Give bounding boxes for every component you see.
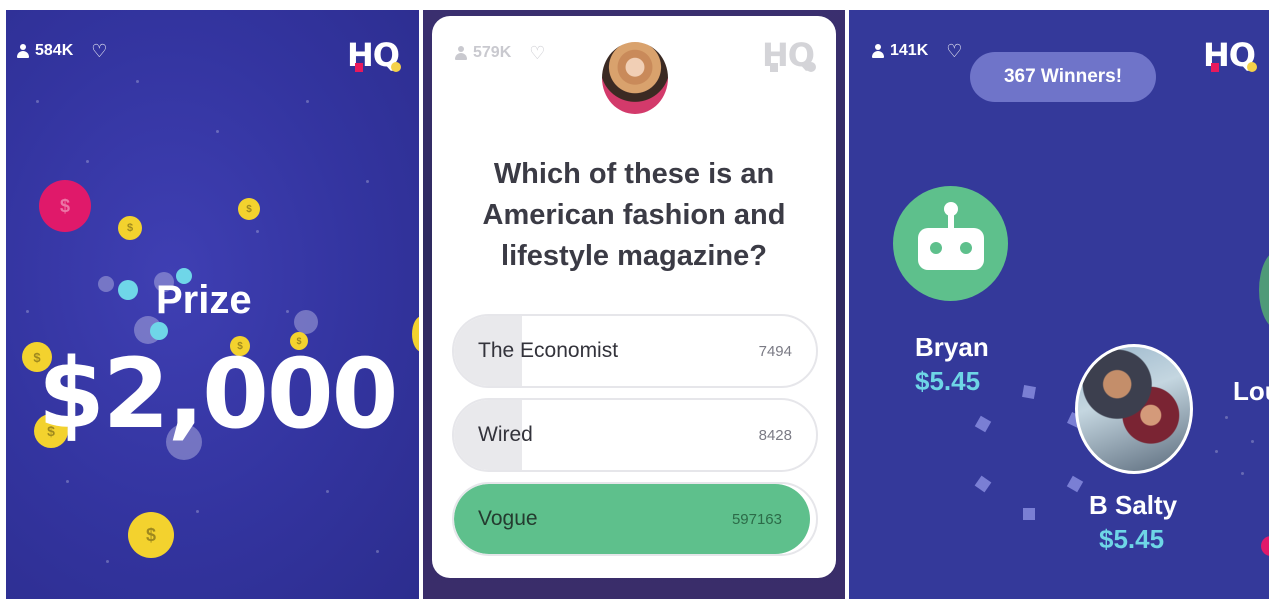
winner-avatar [1259,250,1269,330]
dollar-coin-icon: $ [238,198,260,220]
host-avatar [600,40,670,116]
answer-label: The Economist [478,339,619,362]
robot-icon [893,186,1008,301]
answer-option-correct[interactable]: Vogue 597163 [452,482,818,556]
viewer-stats: 141K ♡ [871,42,962,60]
dollar-coin-icon [412,316,419,352]
answer-option[interactable]: Wired 8428 [452,398,818,472]
answer-label: Wired [478,423,533,446]
viewer-stats: 584K ♡ [16,42,107,60]
answer-option[interactable]: The Economist 7494 [452,314,818,388]
winner-name: Bryan [915,332,989,362]
viewer-count: 584K [35,42,74,59]
question-card: 579K ♡ HQ Which of these is an American … [432,16,836,578]
answer-label: Vogue [478,507,538,530]
winner-name: Lou [1233,376,1269,406]
prize-label: Prize [156,278,252,322]
prize-amount: $2,000 [38,338,398,450]
viewer-count: 579K [473,44,512,61]
dollar-coin-icon: $ [39,180,91,232]
winner-avatar [1261,536,1269,556]
person-icon [16,44,30,58]
viewer-stats: 579K ♡ [454,44,545,62]
heart-icon: ♡ [91,41,108,61]
winner-name: B Salty [1089,490,1178,520]
hq-logo: HQ [347,36,402,74]
person-icon [454,46,468,60]
question-screen: 579K ♡ HQ Which of these is an American … [423,10,845,599]
answer-count: 7494 [758,342,792,360]
hq-logo: HQ [762,36,817,74]
winners-screen: 141K ♡ HQ 367 Winners! Bryan $5.45 B Sal… [849,10,1269,599]
prize-screen: 584K ♡ HQ $ $ $ $ $ $ $ $ Prize $2,000 [6,10,419,599]
dollar-coin-icon [294,310,318,334]
dollar-coin-icon: $ [128,512,174,558]
winner-avatar [1075,344,1193,474]
person-icon [871,44,885,58]
hq-logo: HQ [1203,36,1258,74]
question-text: Which of these is an American fashion an… [482,158,786,272]
viewer-count: 141K [890,42,929,59]
dollar-coin-icon: $ [118,216,142,240]
answer-count: 597163 [731,510,782,528]
dollar-coin-icon [118,280,138,300]
winners-banner: 367 Winners! [970,52,1156,102]
answer-count: 8428 [758,426,792,444]
winner-amount: $5.45 [1099,524,1165,554]
dollar-coin-icon [98,276,114,292]
heart-icon: ♡ [529,43,546,63]
winner-amount: $5.45 [915,366,981,396]
heart-icon: ♡ [946,41,963,61]
